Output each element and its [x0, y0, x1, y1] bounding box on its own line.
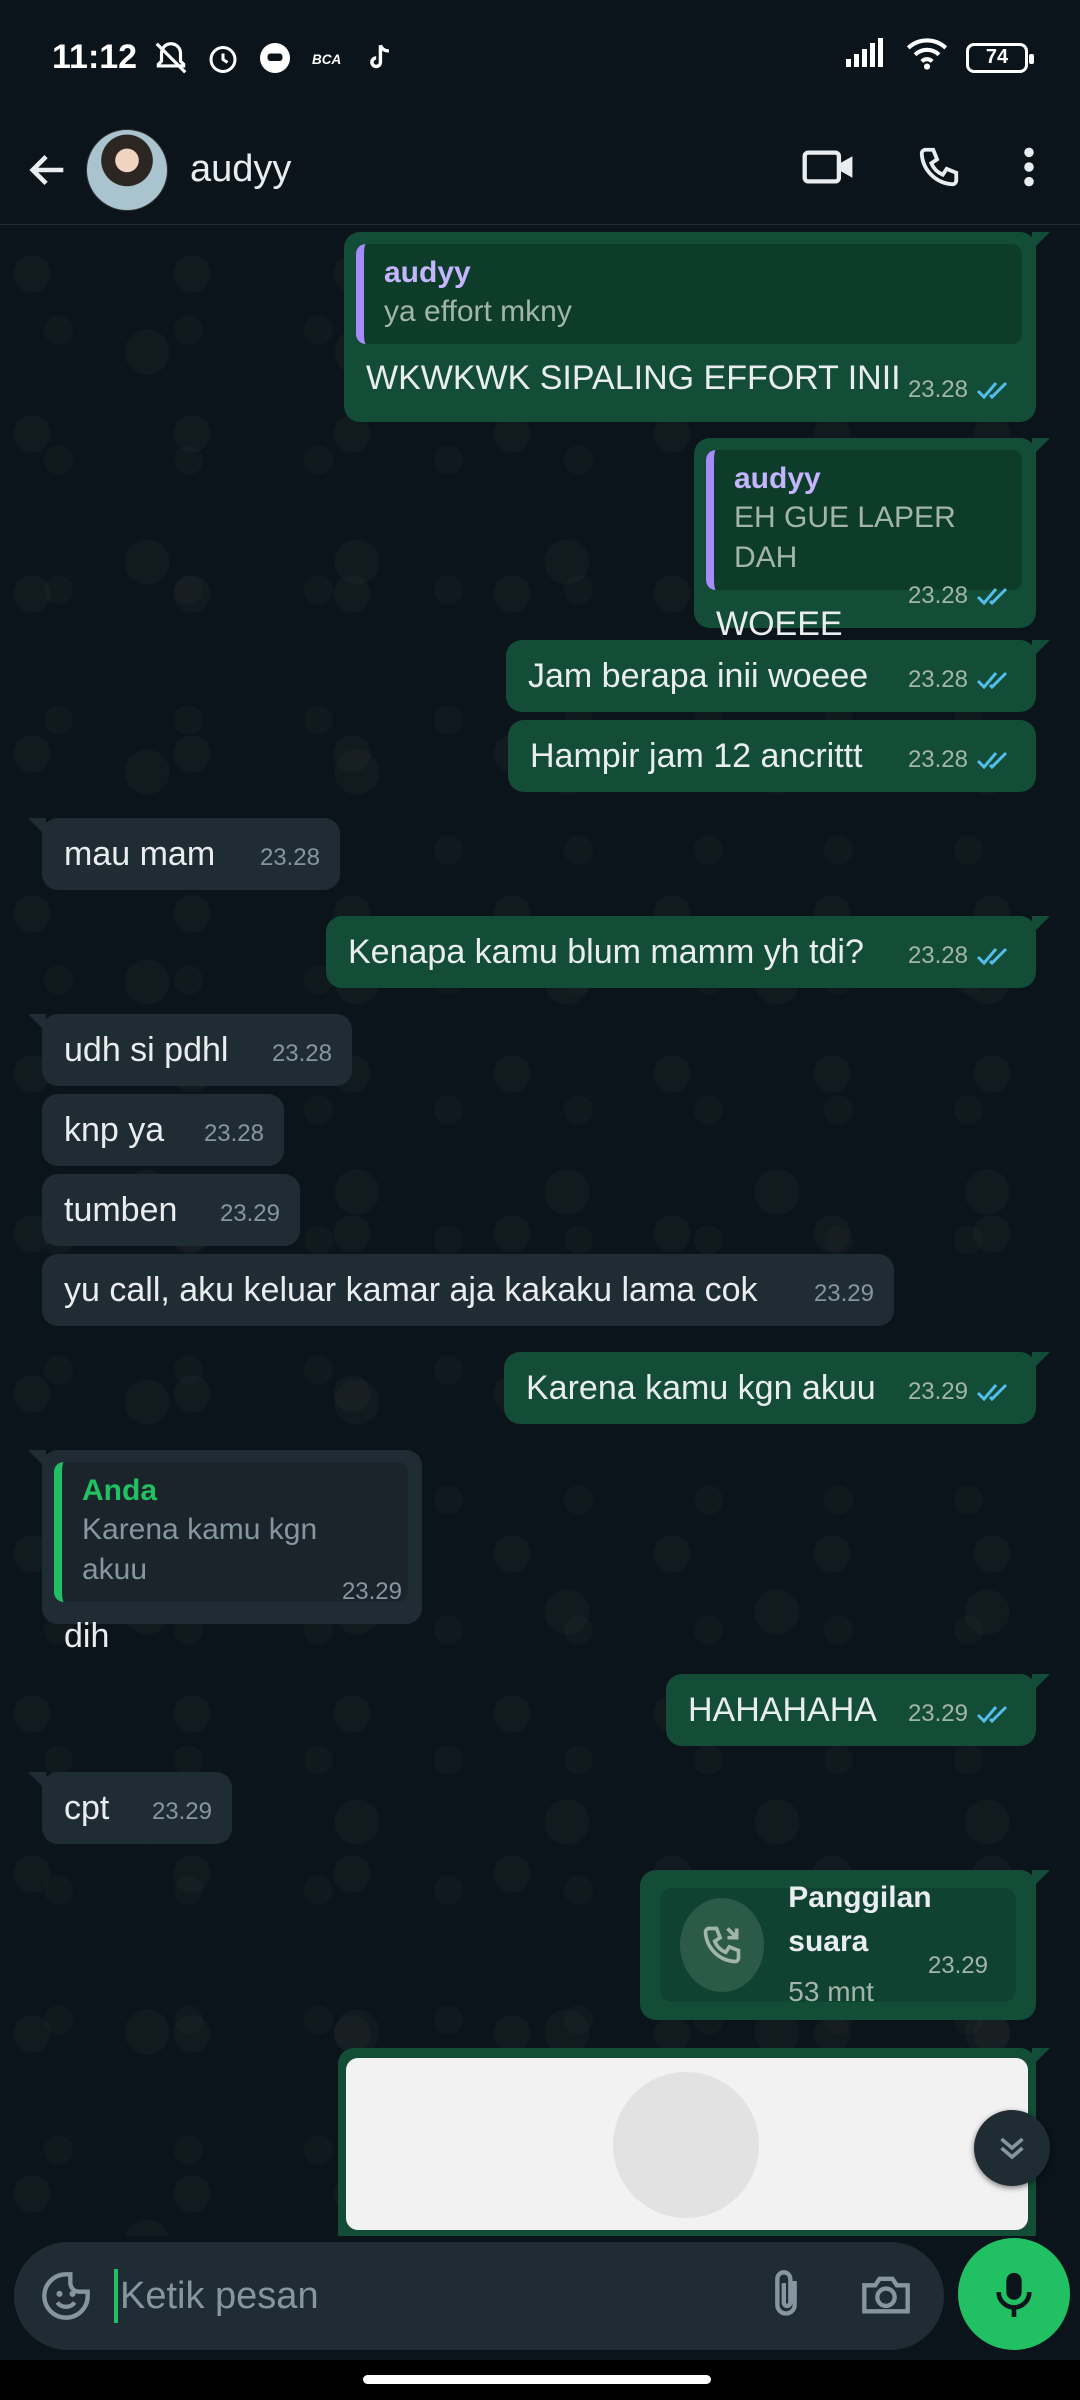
message-composer[interactable]	[14, 2242, 944, 2350]
message-bubble[interactable]: Kenapa kamu blum mamm yh tdi? 23.28	[326, 916, 1050, 988]
read-ticks-icon	[976, 671, 1008, 690]
message-time: 23.29	[813, 1280, 874, 1307]
message-bubble[interactable]: mau mam 23.28	[28, 818, 340, 890]
tiktok-icon	[359, 38, 399, 78]
message-text: yu call, aku keluar kamar aja kakaku lam…	[64, 1271, 758, 1309]
media-message-bubble[interactable]	[338, 2048, 1050, 2236]
voice-record-button[interactable]	[958, 2238, 1070, 2350]
mute-bell-icon	[151, 38, 191, 78]
bca-app-icon: BCA	[307, 38, 347, 78]
quote-author: audyy	[734, 462, 821, 495]
message-bubble[interactable]: yu call, aku keluar kamar aja kakaku lam…	[42, 1254, 894, 1326]
message-time: 23.29	[907, 1700, 968, 1727]
read-ticks-icon	[976, 751, 1008, 770]
contact-name[interactable]: audyy	[190, 148, 291, 191]
chat-area[interactable]: audyy ya effort mkny WKWKWK SIPALING EFF…	[0, 226, 1080, 2236]
message-bubble[interactable]: Karena kamu kgn akuu 23.29	[504, 1352, 1050, 1424]
message-time: 23.29	[151, 1798, 212, 1825]
text-caret	[114, 2269, 118, 2323]
quote-author: audyy	[384, 256, 471, 289]
message-bubble[interactable]: knp ya 23.28	[42, 1094, 284, 1166]
quoted-reply[interactable]: audyy ya effort mkny	[356, 244, 1022, 344]
quote-text: EH GUE LAPER DAH	[734, 501, 956, 574]
quote-text: ya effort mkny	[384, 295, 572, 328]
app-notification-icon	[255, 38, 295, 78]
more-options-icon[interactable]	[1022, 145, 1036, 194]
message-bubble[interactable]: udh si pdhl 23.28	[28, 1014, 352, 1086]
message-time: 23.28	[203, 1120, 264, 1147]
camera-icon[interactable]	[860, 2271, 912, 2322]
message-time: 23.28	[271, 1040, 332, 1067]
message-bubble[interactable]: HAHAHAHA 23.29	[666, 1674, 1050, 1746]
message-time: 23.28	[259, 844, 320, 871]
home-indicator[interactable]	[363, 2375, 711, 2384]
message-bubble[interactable]: cpt 23.29	[28, 1772, 232, 1844]
svg-text:BCA: BCA	[312, 52, 341, 67]
media-placeholder-icon	[613, 2072, 759, 2218]
message-time: 23.28	[907, 582, 968, 609]
alarm-icon	[203, 38, 243, 78]
sticker-emoji-icon[interactable]	[36, 2266, 96, 2326]
message-bubble[interactable]: Anda Karena kamu kgn akuu dih 23.29	[28, 1450, 422, 1655]
message-bubble[interactable]: Jam berapa inii woeee 23.28	[506, 640, 1050, 712]
read-ticks-icon	[976, 947, 1008, 966]
message-time: 23.29	[927, 1952, 988, 1979]
phone-call-icon	[680, 1898, 765, 1992]
message-bubble[interactable]: tumben 23.29	[42, 1174, 300, 1246]
read-ticks-icon	[976, 1383, 1008, 1402]
read-ticks-icon	[976, 587, 1008, 606]
double-chevron-down-icon	[1000, 2137, 1024, 2160]
chat-header: audyy	[0, 115, 1080, 225]
avatar[interactable]	[86, 128, 168, 211]
status-bar: 11:12 BCA 74	[0, 0, 1080, 115]
quoted-reply[interactable]: audyy EH GUE LAPER DAH	[706, 450, 1022, 590]
message-input[interactable]	[120, 2274, 680, 2318]
message-time: 23.28	[907, 666, 968, 693]
attach-icon[interactable]	[766, 2268, 806, 2325]
scroll-to-bottom-button[interactable]	[974, 2110, 1050, 2186]
message-time: 23.28	[907, 942, 968, 969]
battery-indicator: 74	[966, 42, 1034, 73]
video-call-icon[interactable]	[802, 147, 856, 192]
signal-icon	[844, 37, 888, 78]
message-time: 23.29	[907, 1378, 968, 1405]
read-ticks-icon	[976, 381, 1008, 400]
message-bubble[interactable]: Hampir jam 12 ancrittt 23.28	[508, 720, 1036, 792]
message-time: 23.28	[907, 376, 968, 403]
media-preview[interactable]	[346, 2058, 1028, 2230]
message-bubble[interactable]: audyy ya effort mkny WKWKWK SIPALING EFF…	[344, 232, 1050, 422]
voice-call-bubble[interactable]: Panggilan suara 53 mnt 23.29	[640, 1870, 1050, 2020]
back-arrow-icon[interactable]	[18, 140, 78, 200]
status-time: 11:12	[52, 38, 138, 76]
microphone-icon	[996, 2272, 1032, 2317]
message-time: 23.28	[907, 746, 968, 773]
voice-call-icon[interactable]	[916, 144, 962, 195]
message-text: dih	[64, 1617, 110, 1655]
quote-author: Anda	[82, 1474, 157, 1507]
read-ticks-icon	[976, 1705, 1008, 1724]
message-time: 23.29	[341, 1578, 402, 1605]
wifi-icon	[906, 36, 948, 79]
message-time: 23.29	[219, 1200, 280, 1227]
message-bubble[interactable]: audyy EH GUE LAPER DAH WOEEE 23.28	[694, 438, 1050, 643]
